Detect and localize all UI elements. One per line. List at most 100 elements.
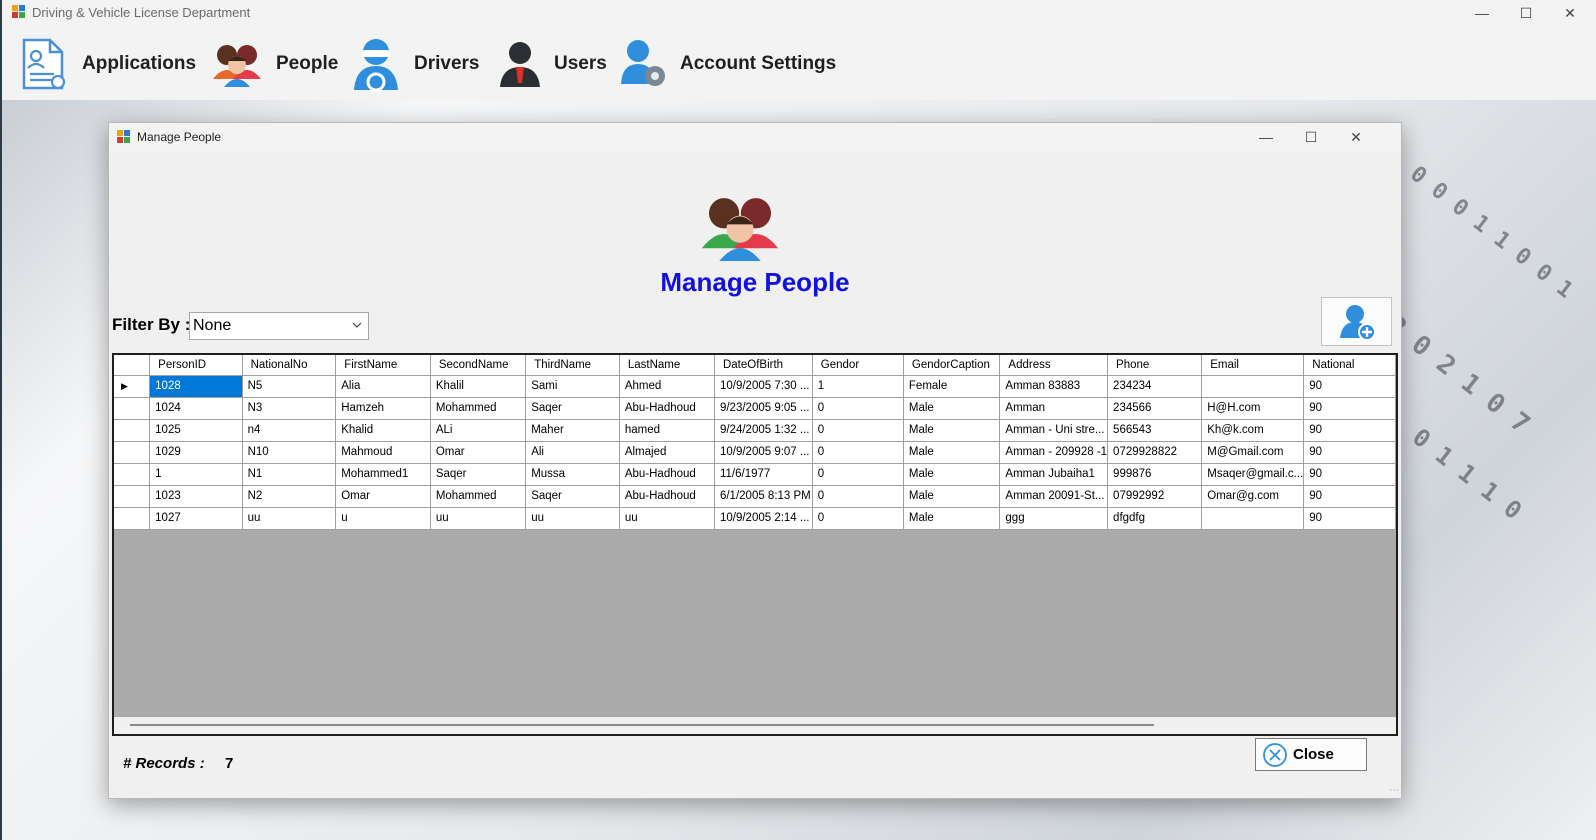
table-cell[interactable]: 1027 — [149, 507, 243, 530]
table-cell[interactable]: Mussa — [525, 463, 620, 486]
table-cell[interactable]: Saqer — [525, 397, 620, 420]
table-cell[interactable]: uu — [430, 507, 527, 530]
row-header[interactable] — [114, 397, 151, 420]
table-cell[interactable]: Msaqer@gmail.c... — [1201, 463, 1305, 486]
column-header[interactable]: ThirdName — [525, 355, 620, 376]
column-header[interactable]: Phone — [1107, 355, 1203, 376]
table-cell[interactable]: Ali — [525, 441, 620, 464]
table-cell[interactable]: Ahmed — [619, 375, 715, 398]
column-header[interactable]: Email — [1201, 355, 1305, 376]
table-cell[interactable]: Khalil — [430, 375, 527, 398]
child-maximize-button[interactable]: ☐ — [1288, 123, 1334, 151]
table-cell[interactable]: 0 — [812, 397, 904, 420]
table-cell[interactable]: 1029 — [149, 441, 243, 464]
table-cell[interactable]: 9/23/2005 9:05 ... — [714, 397, 813, 420]
row-header[interactable]: ▶ — [114, 375, 151, 398]
table-cell[interactable]: 1023 — [149, 485, 243, 508]
table-cell[interactable]: N2 — [242, 485, 337, 508]
table-cell[interactable]: 0 — [812, 463, 904, 486]
table-cell[interactable]: Maher — [525, 419, 620, 442]
table-cell[interactable]: 90 — [1303, 463, 1396, 486]
table-cell[interactable]: M@Gmail.com — [1201, 441, 1305, 464]
table-cell[interactable]: 90 — [1303, 507, 1396, 530]
table-cell[interactable]: Amman Jubaiha1 — [999, 463, 1109, 486]
table-cell[interactable]: 11/6/1977 — [714, 463, 813, 486]
table-cell[interactable]: Amman - Uni stre... — [999, 419, 1109, 442]
table-cell[interactable]: Amman - 209928 -1 — [999, 441, 1109, 464]
table-cell[interactable]: Amman — [999, 397, 1109, 420]
close-window-button[interactable]: ✕ — [1548, 0, 1592, 26]
table-cell[interactable]: Amman 83883 — [999, 375, 1109, 398]
horizontal-scrollbar[interactable] — [114, 717, 1396, 734]
table-row[interactable]: 1029 N10 Mahmoud Omar Ali Almajed 10/9/2005 9:… — [114, 441, 1396, 464]
close-button[interactable]: Close — [1255, 738, 1367, 771]
table-cell[interactable]: 566543 — [1107, 419, 1203, 442]
table-cell[interactable]: Kh@k.com — [1201, 419, 1305, 442]
table-row[interactable]: 1023 N2 Omar Mohammed Saqer Abu-Hadhoud 6/1/20… — [114, 485, 1396, 508]
table-cell[interactable]: Mohammed1 — [335, 463, 431, 486]
table-cell[interactable]: uu — [619, 507, 715, 530]
row-header[interactable] — [114, 485, 151, 508]
table-cell[interactable]: 10/9/2005 7:30 ... — [714, 375, 813, 398]
table-cell[interactable]: N5 — [242, 375, 337, 398]
child-close-window-button[interactable]: ✕ — [1333, 123, 1379, 151]
menu-applications[interactable]: Applications — [18, 34, 196, 94]
row-header[interactable] — [114, 419, 151, 442]
menu-account-settings[interactable]: Account Settings — [620, 34, 836, 94]
table-cell[interactable]: 0 — [812, 441, 904, 464]
table-cell[interactable]: 90 — [1303, 419, 1396, 442]
table-cell[interactable]: ggg — [999, 507, 1109, 530]
table-cell[interactable]: 234566 — [1107, 397, 1203, 420]
table-cell[interactable]: Omar — [335, 485, 431, 508]
table-cell[interactable]: Mohammed — [430, 485, 527, 508]
table-cell[interactable]: N3 — [242, 397, 337, 420]
table-cell[interactable]: Male — [903, 397, 1001, 420]
table-cell[interactable]: Saqer — [430, 463, 527, 486]
column-header[interactable]: Gendor — [812, 355, 904, 376]
table-cell[interactable]: hamed — [619, 419, 715, 442]
table-cell[interactable]: 0 — [812, 419, 904, 442]
table-cell[interactable]: 9/24/2005 1:32 ... — [714, 419, 813, 442]
table-cell[interactable]: 90 — [1303, 397, 1396, 420]
row-header[interactable] — [114, 463, 151, 486]
table-cell[interactable]: Amman 20091-St... — [999, 485, 1109, 508]
table-cell[interactable]: uu — [242, 507, 337, 530]
table-cell[interactable]: N10 — [242, 441, 337, 464]
column-header[interactable]: FirstName — [335, 355, 431, 376]
table-row[interactable]: ▶ 1028 N5 Alia Khalil Sami Ahmed 10/9/2005 7:30… — [114, 375, 1396, 398]
table-cell[interactable]: 1 — [149, 463, 243, 486]
table-cell[interactable]: 0 — [812, 507, 904, 530]
maximize-button[interactable]: ☐ — [1504, 0, 1548, 26]
table-cell[interactable]: 1024 — [149, 397, 243, 420]
table-cell[interactable]: 1028 — [149, 375, 243, 398]
column-header[interactable]: SecondName — [430, 355, 527, 376]
row-header[interactable] — [114, 507, 151, 530]
table-cell[interactable]: Almajed — [619, 441, 715, 464]
table-cell[interactable]: Male — [903, 419, 1001, 442]
table-cell[interactable] — [1201, 507, 1305, 530]
table-cell[interactable]: Saqer — [525, 485, 620, 508]
column-header[interactable]: DateOfBirth — [714, 355, 813, 376]
table-cell[interactable]: 1 — [812, 375, 904, 398]
table-cell[interactable]: Hamzeh — [335, 397, 431, 420]
table-cell[interactable]: 1025 — [149, 419, 243, 442]
table-cell[interactable]: 90 — [1303, 375, 1396, 398]
column-header[interactable]: NationalNo — [242, 355, 337, 376]
resize-grip[interactable]: ⋯ — [1389, 785, 1399, 796]
table-cell[interactable]: ALi — [430, 419, 527, 442]
menu-users[interactable]: Users — [498, 34, 607, 94]
table-cell[interactable]: Omar — [430, 441, 527, 464]
table-row[interactable]: 1024 N3 Hamzeh Mohammed Saqer Abu-Hadhoud 9/23… — [114, 397, 1396, 420]
minimize-button[interactable]: — — [1460, 0, 1504, 26]
table-cell[interactable]: n4 — [242, 419, 337, 442]
column-header[interactable]: GendorCaption — [903, 355, 1001, 376]
column-header[interactable]: LastName — [619, 355, 715, 376]
filter-by-select[interactable]: None — [189, 312, 369, 340]
people-grid[interactable]: PersonID NationalNo FirstName SecondName Thi… — [112, 353, 1398, 736]
add-person-button[interactable] — [1321, 297, 1392, 346]
column-header[interactable]: Address — [999, 355, 1109, 376]
table-cell[interactable]: H@H.com — [1201, 397, 1305, 420]
table-cell[interactable]: Abu-Hadhoud — [619, 463, 715, 486]
table-cell[interactable]: Male — [903, 485, 1001, 508]
scrollbar-thumb[interactable] — [130, 724, 1154, 726]
